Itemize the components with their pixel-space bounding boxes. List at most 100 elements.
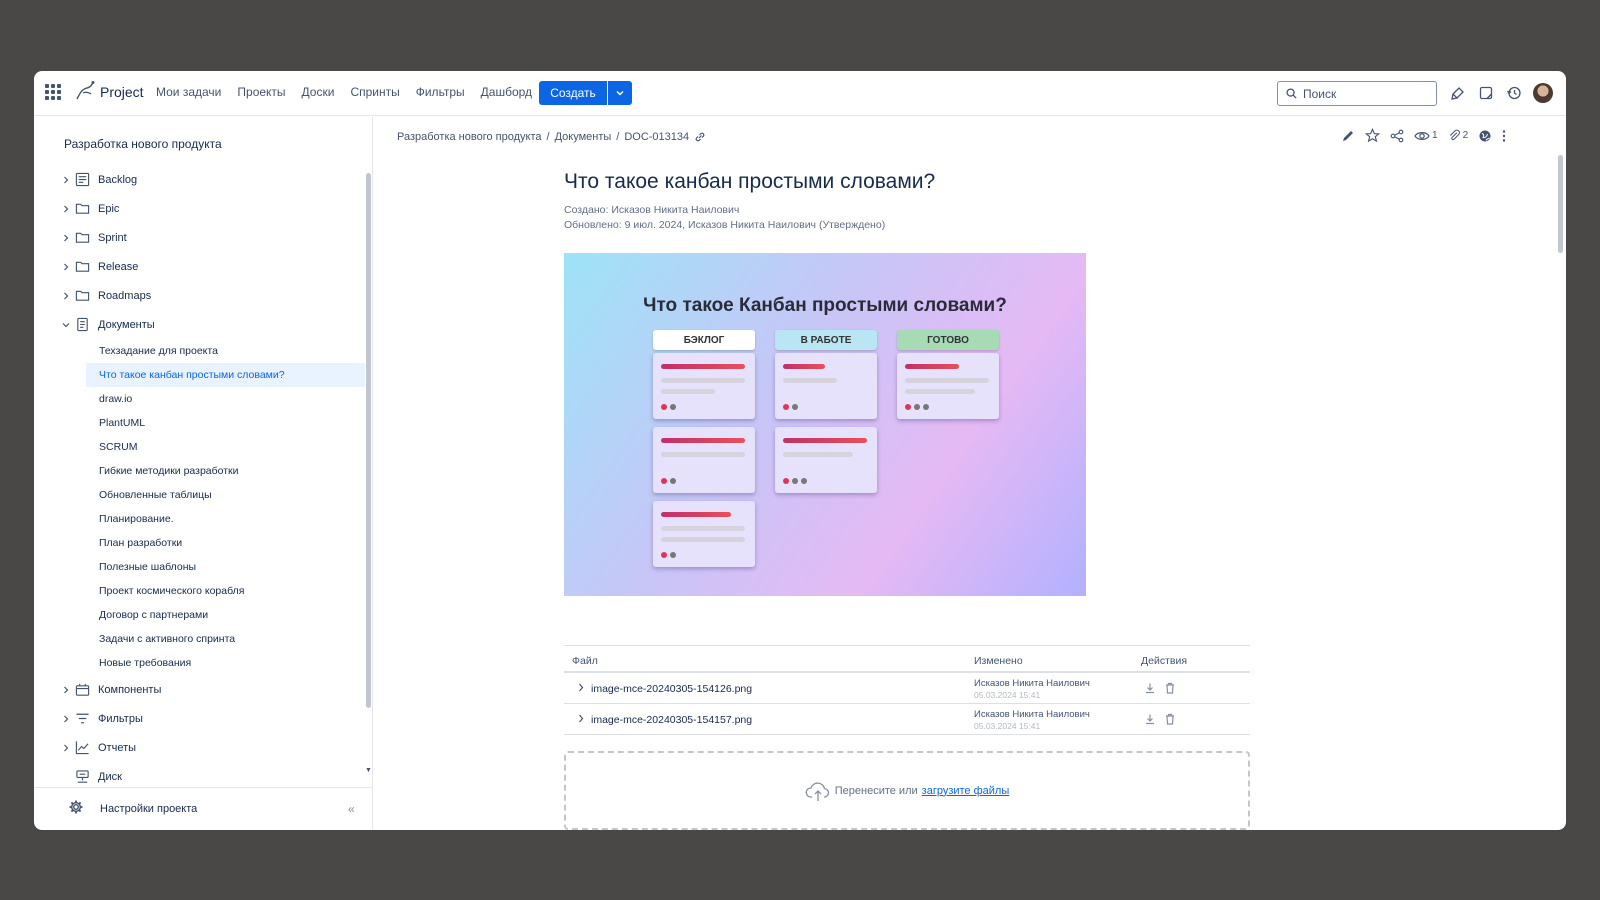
doc-item[interactable]: План разработки bbox=[34, 531, 365, 555]
watchers[interactable]: 1 bbox=[1414, 130, 1438, 142]
project-logo-icon[interactable] bbox=[74, 79, 98, 103]
nav-my-tasks[interactable]: Мои задачи bbox=[156, 85, 221, 99]
dropzone-text: Перенесите или bbox=[834, 784, 918, 797]
table-row[interactable]: image-mce-20240305-154126.png Исказов Ни… bbox=[564, 673, 1250, 704]
doc-item[interactable]: Задачи с активного спринта bbox=[34, 627, 365, 651]
file-dropzone[interactable]: Перенесите или загрузите файлы bbox=[564, 751, 1250, 830]
notes-icon[interactable] bbox=[1477, 84, 1495, 102]
sidebar-item-reports[interactable]: Отчеты bbox=[34, 733, 365, 762]
brand-name[interactable]: Project bbox=[100, 84, 144, 100]
nav-boards[interactable]: Доски bbox=[302, 85, 335, 99]
chevron-right-icon[interactable] bbox=[62, 234, 70, 242]
file-date: 05.03.2024 15:41 bbox=[974, 721, 1041, 731]
sidebar-item-roadmaps[interactable]: Roadmaps bbox=[34, 281, 365, 310]
chevron-right-icon[interactable] bbox=[62, 205, 70, 213]
chevron-right-icon[interactable] bbox=[62, 263, 70, 271]
breadcrumb: Разработка нового продукта / Документы /… bbox=[397, 131, 706, 143]
chevron-right-icon[interactable] bbox=[62, 686, 70, 694]
sidebar-item-documents[interactable]: Документы bbox=[34, 310, 365, 339]
trash-icon[interactable] bbox=[1164, 713, 1176, 728]
globe-icon[interactable] bbox=[1478, 129, 1492, 143]
app-switcher-icon[interactable] bbox=[45, 84, 61, 100]
sidebar-item-release[interactable]: Release bbox=[34, 252, 365, 281]
search-icon bbox=[1286, 88, 1297, 99]
doc-item[interactable]: Техзадание для проекта bbox=[34, 339, 365, 363]
edit-icon[interactable] bbox=[1341, 129, 1355, 143]
sidebar-project-title[interactable]: Разработка нового продукта bbox=[64, 137, 222, 151]
folder-icon bbox=[74, 230, 90, 246]
chevron-right-icon[interactable] bbox=[62, 292, 70, 300]
components-icon bbox=[74, 682, 90, 698]
chevron-right-icon[interactable] bbox=[578, 714, 584, 726]
chevron-right-icon[interactable] bbox=[62, 744, 70, 752]
content-scrollbar[interactable] bbox=[1558, 155, 1563, 253]
doc-item[interactable]: Проект космического корабля bbox=[34, 579, 365, 603]
kanban-card bbox=[653, 501, 755, 567]
column-modified[interactable]: Изменено bbox=[974, 655, 1023, 667]
doc-item[interactable]: Планирование. bbox=[34, 507, 365, 531]
document-meta: Создано: Исказов Никита Наилович Обновле… bbox=[564, 203, 885, 233]
eye-icon bbox=[1414, 131, 1430, 140]
doc-item[interactable]: PlantUML bbox=[34, 411, 365, 435]
document-title: Что такое канбан простыми словами? bbox=[564, 170, 936, 193]
folder-icon bbox=[74, 288, 90, 304]
kanban-column-backlog: БЭКЛОГ bbox=[653, 330, 755, 350]
breadcrumb-project[interactable]: Разработка нового продукта bbox=[397, 131, 542, 143]
breadcrumb-documents[interactable]: Документы bbox=[555, 131, 612, 143]
chevron-right-icon[interactable] bbox=[578, 683, 584, 695]
table-row[interactable]: image-mce-20240305-154157.png Исказов Ни… bbox=[564, 704, 1250, 735]
sidebar-item-filters[interactable]: Фильтры bbox=[34, 704, 365, 733]
search-input[interactable] bbox=[1303, 86, 1423, 101]
chevron-down-icon[interactable] bbox=[62, 321, 70, 329]
breadcrumb-separator: / bbox=[546, 131, 550, 143]
doc-item[interactable]: Новые требования bbox=[34, 651, 365, 675]
download-icon[interactable] bbox=[1144, 682, 1156, 697]
top-icons bbox=[1449, 83, 1553, 103]
chevron-right-icon[interactable] bbox=[62, 715, 70, 723]
doc-item[interactable]: SCRUM bbox=[34, 435, 365, 459]
sidebar-item-sprint[interactable]: Sprint bbox=[34, 223, 365, 252]
column-file[interactable]: Файл bbox=[572, 655, 598, 667]
collapse-sidebar-icon[interactable]: « bbox=[348, 802, 355, 816]
nav-dashboard[interactable]: Дашборд bbox=[481, 85, 532, 99]
sidebar-scrollbar[interactable] bbox=[366, 173, 371, 708]
notifications-icon[interactable] bbox=[1449, 84, 1467, 102]
doc-item[interactable]: Договор с партнерами bbox=[34, 603, 365, 627]
link-icon[interactable] bbox=[694, 131, 706, 143]
doc-item[interactable]: draw.io bbox=[34, 387, 365, 411]
file-name[interactable]: image-mce-20240305-154157.png bbox=[591, 714, 752, 726]
create-dropdown-button[interactable] bbox=[608, 81, 632, 105]
upload-files-link[interactable]: загрузите файлы bbox=[922, 785, 1010, 797]
download-icon[interactable] bbox=[1144, 713, 1156, 728]
nav-projects[interactable]: Проекты bbox=[237, 85, 285, 99]
history-icon[interactable] bbox=[1505, 84, 1523, 102]
sidebar-item-backlog[interactable]: Backlog bbox=[34, 165, 365, 194]
sidebar-item-epic[interactable]: Epic bbox=[34, 194, 365, 223]
file-name[interactable]: image-mce-20240305-154126.png bbox=[591, 683, 752, 695]
document-actions: 1 2 bbox=[1341, 128, 1506, 143]
user-avatar[interactable] bbox=[1533, 83, 1553, 103]
search-box[interactable] bbox=[1277, 81, 1437, 106]
chevron-right-icon[interactable] bbox=[62, 176, 70, 184]
star-icon[interactable] bbox=[1365, 128, 1380, 143]
attachments[interactable]: 2 bbox=[1448, 129, 1468, 142]
document-icon bbox=[74, 317, 90, 333]
trash-icon[interactable] bbox=[1164, 682, 1176, 697]
create-button[interactable]: Создать bbox=[539, 81, 607, 105]
project-settings[interactable]: Настройки проекта « bbox=[34, 787, 373, 830]
doc-item[interactable]: Обновленные таблицы bbox=[34, 483, 365, 507]
nav-sprints[interactable]: Спринты bbox=[350, 85, 399, 99]
kanban-banner-image: Что такое Канбан простыми словами? БЭКЛО… bbox=[564, 253, 1086, 596]
doc-item-active[interactable]: Что такое канбан простыми словами? bbox=[86, 363, 365, 387]
scroll-down-arrow-icon[interactable]: ▼ bbox=[365, 767, 372, 774]
more-options-icon[interactable] bbox=[1502, 129, 1506, 143]
share-icon[interactable] bbox=[1390, 129, 1404, 143]
sidebar-item-label: Epic bbox=[98, 202, 120, 215]
doc-item[interactable]: Гибкие методики разработки bbox=[34, 459, 365, 483]
sidebar-item-components[interactable]: Компоненты bbox=[34, 675, 365, 704]
nav-filters[interactable]: Фильтры bbox=[416, 85, 465, 99]
watchers-count: 1 bbox=[1432, 130, 1438, 141]
kanban-card bbox=[653, 353, 755, 419]
breadcrumb-doc-id[interactable]: DOC-013134 bbox=[624, 131, 689, 143]
doc-item[interactable]: Полезные шаблоны bbox=[34, 555, 365, 579]
